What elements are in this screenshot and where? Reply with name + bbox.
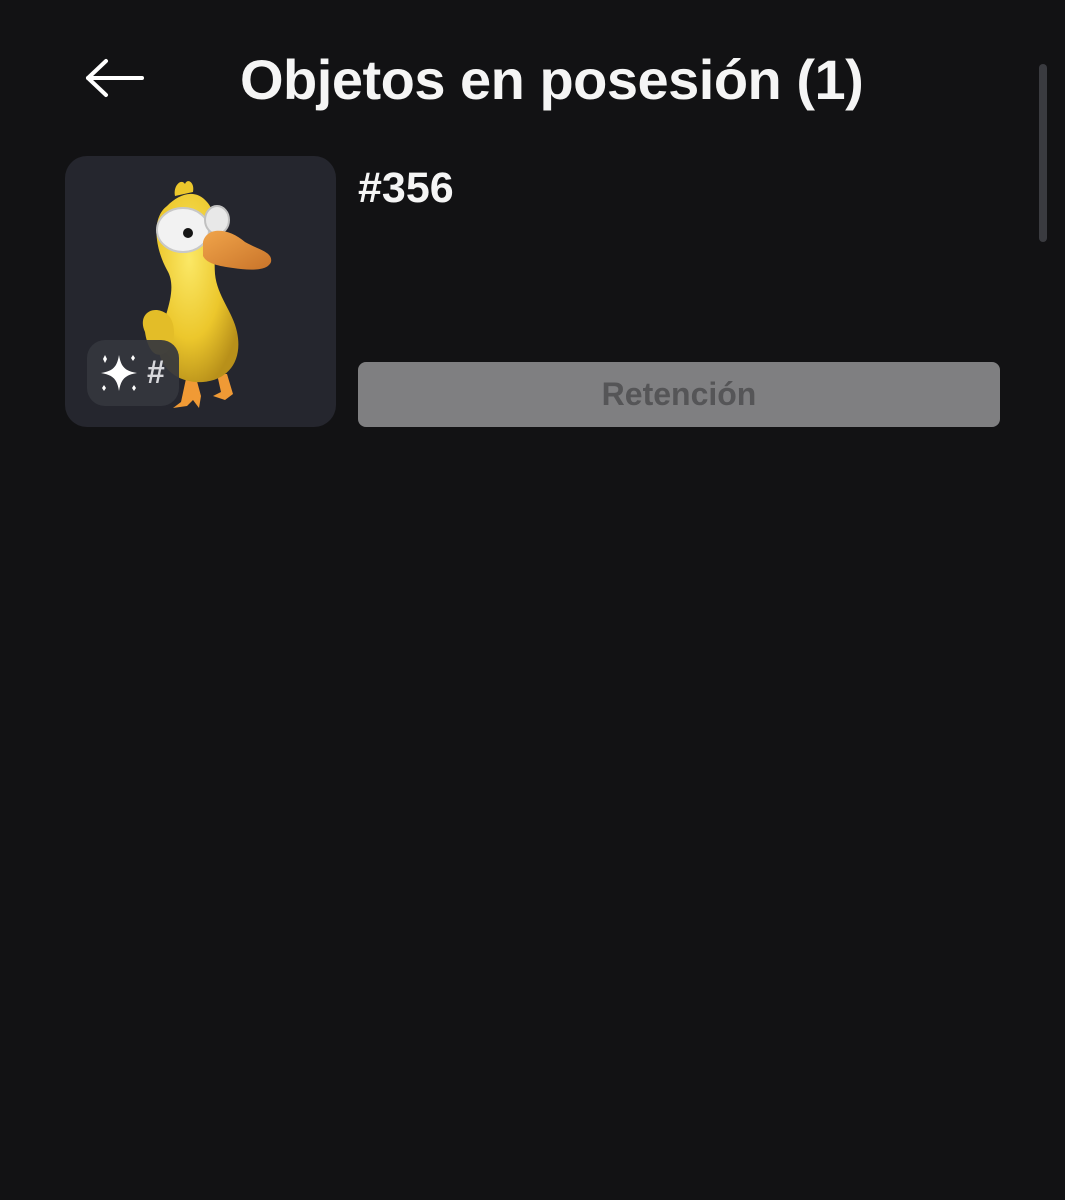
badge-label: # — [147, 354, 165, 390]
scrollbar[interactable] — [1039, 64, 1047, 242]
item-serial-number: #356 — [358, 164, 454, 212]
owned-items-screen: Objetos en posesión (1) # #356 Retención — [0, 0, 1065, 1200]
owned-item: # #356 Retención — [65, 156, 1000, 427]
back-button[interactable] — [78, 46, 152, 110]
item-badge: # — [87, 340, 179, 406]
arrow-left-icon — [86, 59, 144, 97]
item-thumbnail[interactable]: # — [65, 156, 336, 427]
page-title: Objetos en posesión (1) — [240, 48, 864, 111]
hold-button[interactable]: Retención — [358, 362, 1000, 427]
header: Objetos en posesión (1) — [0, 0, 1065, 150]
sparkles-icon — [101, 355, 137, 391]
